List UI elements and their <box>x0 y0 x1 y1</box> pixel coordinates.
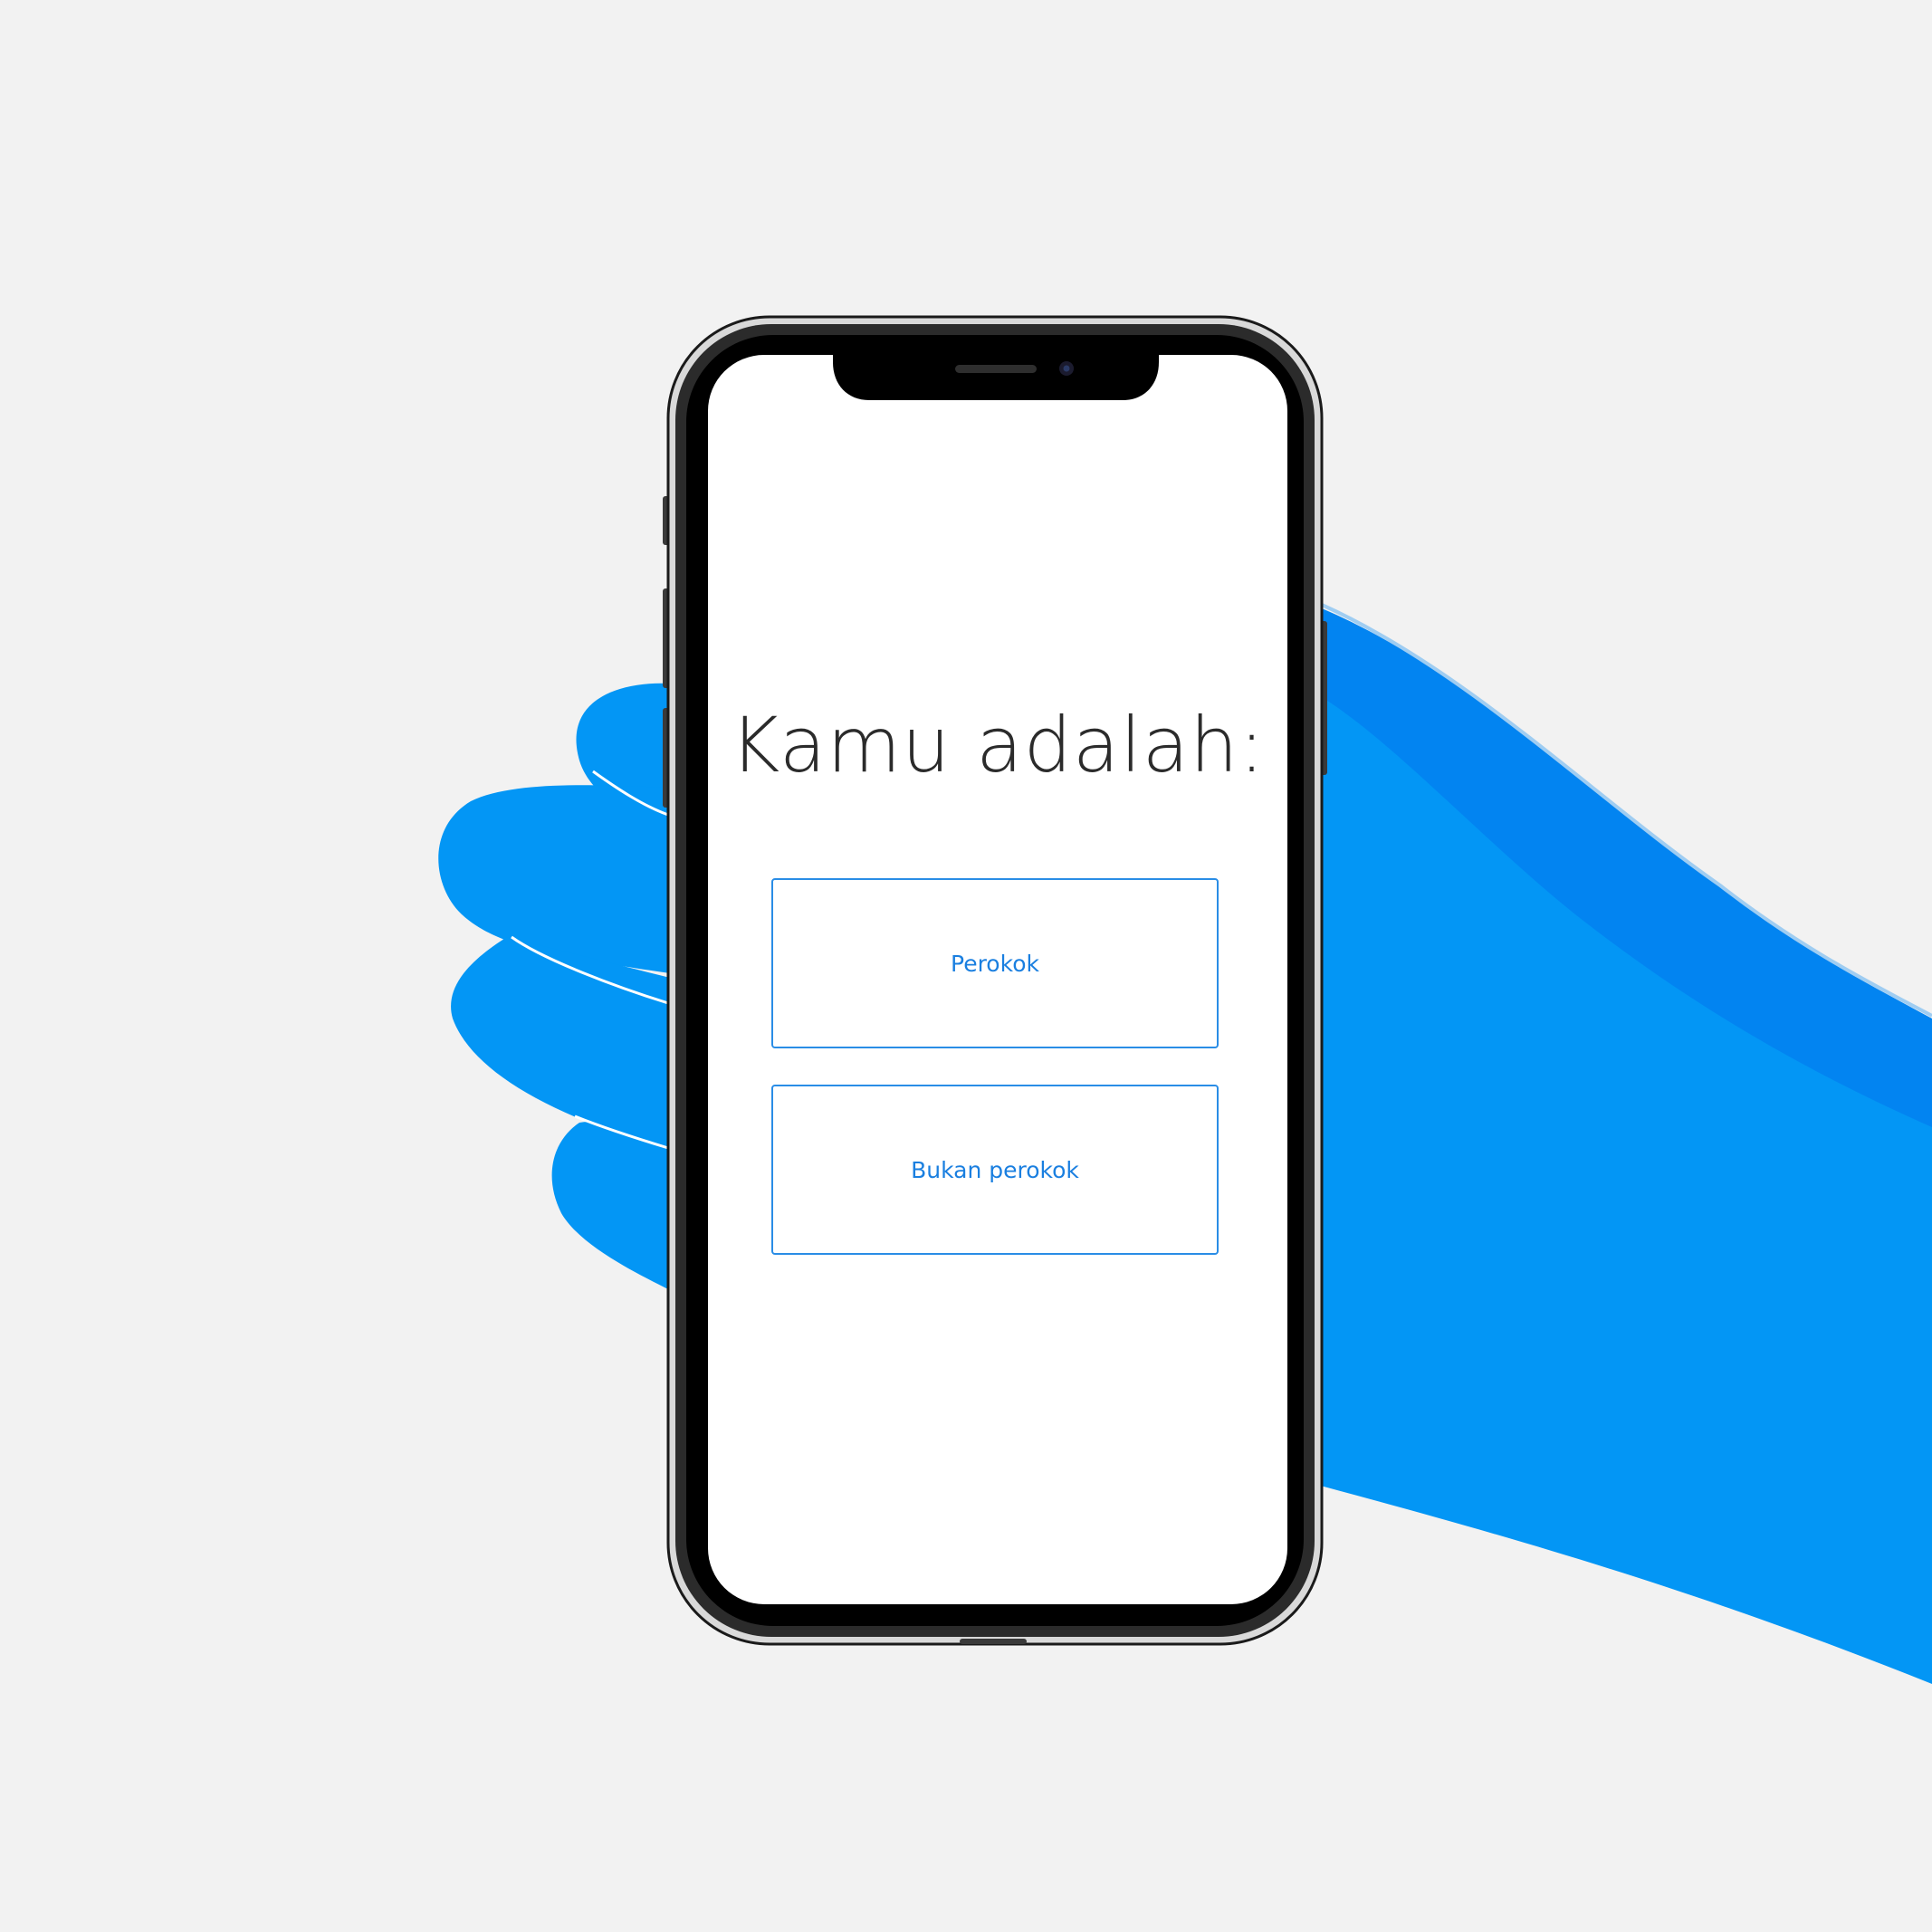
lightning-port <box>960 1639 1027 1644</box>
finger-ring <box>551 1122 670 1290</box>
smoker-option-button[interactable]: Perokok <box>771 878 1219 1048</box>
finger-middle <box>451 937 670 1150</box>
page-title: Kamu adalah: <box>730 701 1266 789</box>
arm <box>1317 608 1932 1684</box>
non-smoker-option-button[interactable]: Bukan perokok <box>771 1085 1219 1255</box>
smoker-option-label: Perokok <box>951 950 1039 977</box>
non-smoker-option-label: Bukan perokok <box>911 1156 1079 1183</box>
screen-content: Kamu adalah: Perokok Bukan perokok <box>708 355 1287 1604</box>
finger-index <box>438 785 670 973</box>
